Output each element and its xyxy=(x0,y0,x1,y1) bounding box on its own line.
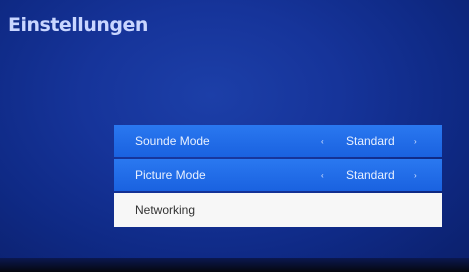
chevron-left-icon[interactable]: ‹ xyxy=(321,137,324,146)
menu-item-value: Standard xyxy=(346,134,395,148)
page-title: Einstellungen xyxy=(8,14,148,36)
menu-item-value: Standard xyxy=(346,168,395,182)
menu-item-label: Picture Mode xyxy=(135,168,206,182)
settings-menu: Sounde Mode ‹ Standard › Picture Mode ‹ … xyxy=(114,125,442,229)
menu-item-label: Networking xyxy=(135,203,196,217)
menu-item-sound-mode[interactable]: Sounde Mode ‹ Standard › xyxy=(114,125,442,157)
tv-screen: Einstellungen Sounde Mode ‹ Standard › P… xyxy=(0,0,469,272)
chevron-right-icon[interactable]: › xyxy=(414,137,417,146)
screen-bezel xyxy=(0,258,469,272)
menu-item-picture-mode[interactable]: Picture Mode ‹ Standard › xyxy=(114,159,442,191)
chevron-right-icon[interactable]: › xyxy=(414,171,417,180)
chevron-left-icon[interactable]: ‹ xyxy=(321,171,324,180)
menu-item-networking[interactable]: Networking xyxy=(114,193,442,227)
menu-item-label: Sounde Mode xyxy=(135,134,210,148)
